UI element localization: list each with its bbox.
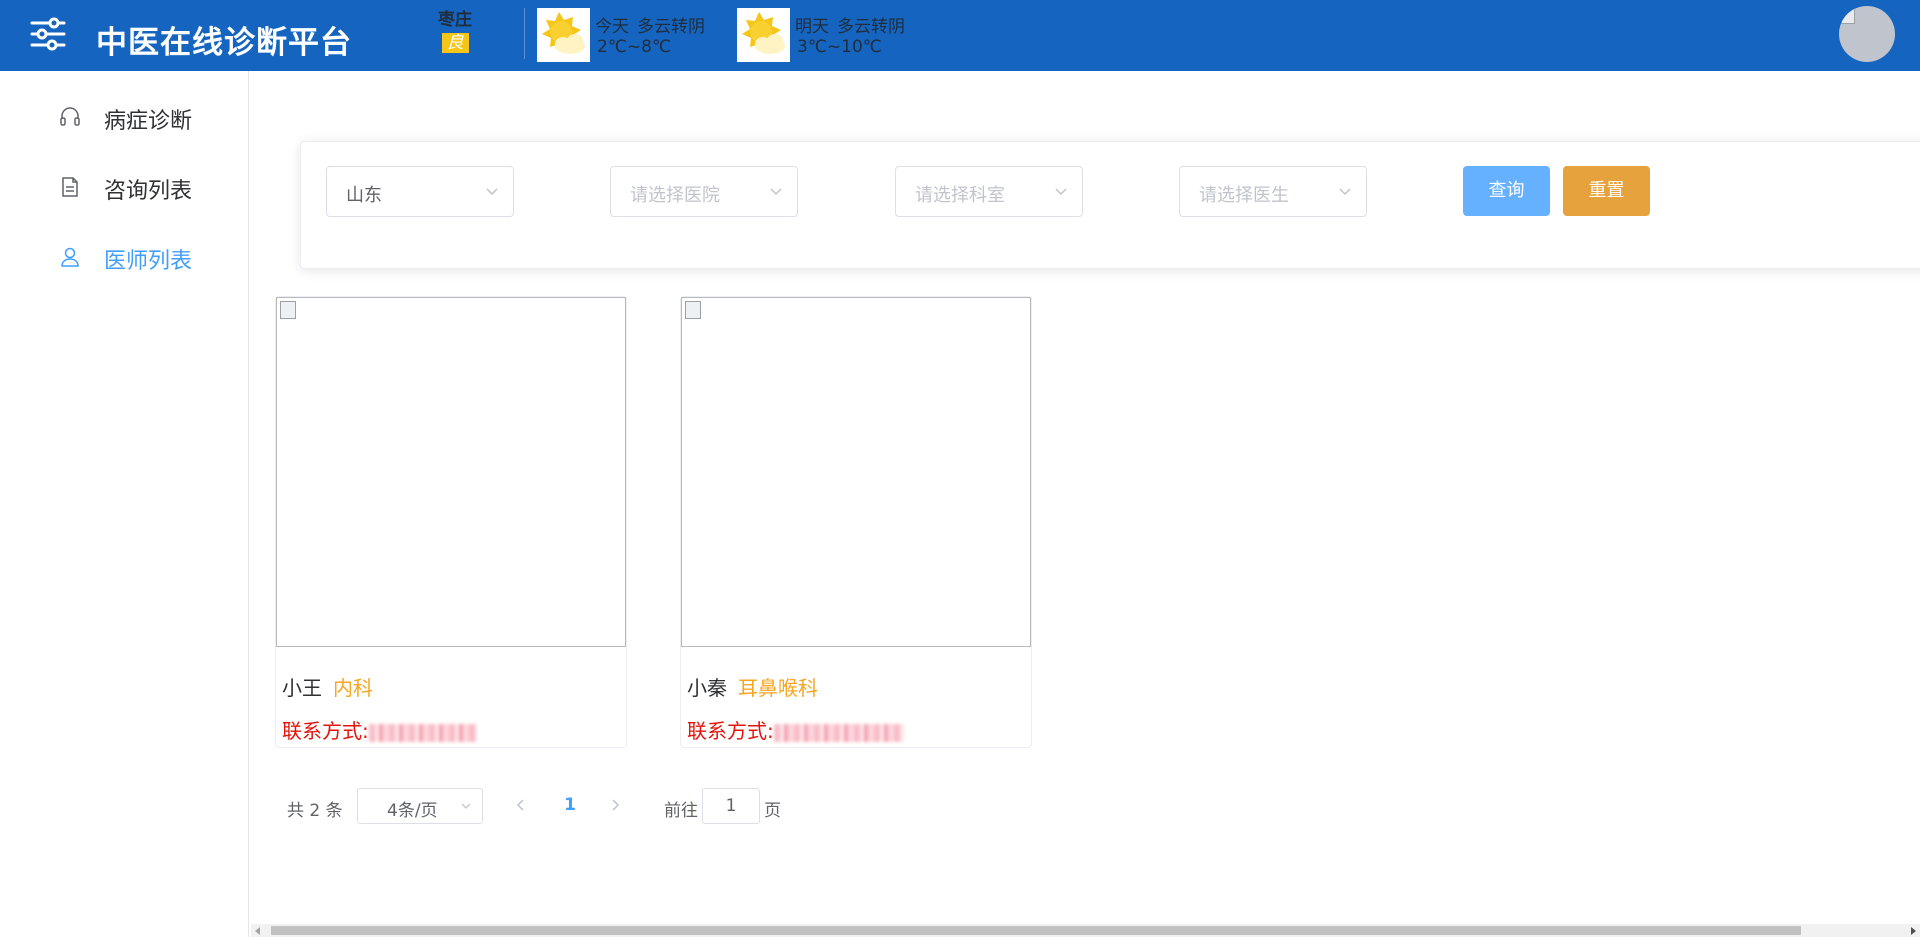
- goto-page-input[interactable]: [702, 788, 760, 824]
- prev-page-icon[interactable]: [510, 795, 530, 815]
- sidebar-item-doctor-list[interactable]: 医师列表: [0, 221, 249, 291]
- pagination-total: 共 2 条: [287, 801, 343, 821]
- redacted-phone: [773, 723, 904, 742]
- weather-day: 今天: [595, 17, 629, 37]
- sidebar-item-label: 咨询列表: [104, 179, 193, 204]
- hospital-select[interactable]: 请选择医院: [610, 166, 798, 217]
- weather-day: 明天: [795, 17, 829, 37]
- headset-icon: [60, 107, 80, 126]
- doctor-select[interactable]: 请选择医生: [1179, 166, 1367, 217]
- sidebar-item-label: 病症诊断: [104, 109, 193, 134]
- top-header: 中医在线诊断平台 枣庄 良 今天 多云转阴 2℃~8℃ 明天 多云转阴 3℃~1…: [0, 0, 1920, 71]
- chevron-down-icon: [770, 188, 782, 196]
- horizontal-scrollbar[interactable]: [251, 924, 1920, 937]
- scrollbar-thumb[interactable]: [271, 926, 1801, 935]
- redacted-phone: [368, 723, 477, 742]
- doctor-photo: [276, 297, 626, 647]
- sidebar: 病症诊断 咨询列表 医师列表: [0, 71, 249, 937]
- partly-cloudy-icon: [537, 8, 590, 62]
- page-size-select[interactable]: 4条/页: [357, 788, 483, 824]
- weather-temp: 2℃~8℃: [597, 37, 672, 57]
- select-value: 山东: [346, 185, 382, 206]
- broken-image-icon: [685, 301, 701, 319]
- page-number-current[interactable]: 1: [560, 795, 580, 815]
- broken-image-icon: [1841, 8, 1855, 24]
- scroll-right-icon[interactable]: [1911, 927, 1916, 935]
- next-page-icon[interactable]: [606, 795, 626, 815]
- document-icon: [62, 177, 78, 197]
- select-placeholder: 请选择医院: [630, 185, 720, 206]
- goto-label: 前往: [664, 801, 698, 821]
- sidebar-item-label: 医师列表: [104, 249, 193, 274]
- partly-cloudy-icon: [737, 8, 790, 62]
- city-air-quality: 枣庄 良: [438, 10, 472, 53]
- sidebar-item-consult-list[interactable]: 咨询列表: [0, 151, 249, 221]
- sidebar-item-diagnosis[interactable]: 病症诊断: [0, 81, 249, 151]
- contact-label: 联系方式:: [687, 719, 774, 743]
- query-button[interactable]: 查询: [1463, 166, 1550, 216]
- filter-card: [300, 141, 1920, 269]
- broken-image-icon: [280, 301, 296, 319]
- doctor-card[interactable]: 小秦 耳鼻喉科 联系方式:: [680, 296, 1032, 748]
- page-size-value: 4条/页: [387, 801, 438, 821]
- doctor-name: 小秦: [687, 676, 727, 700]
- chevron-down-icon: [1055, 188, 1067, 196]
- doctor-contact: 联系方式:: [282, 715, 477, 744]
- chevron-down-icon: [486, 188, 498, 196]
- page-unit-label: 页: [764, 801, 781, 821]
- chevron-down-icon: [461, 803, 471, 809]
- aqi-badge: 良: [441, 33, 469, 53]
- doctor-card[interactable]: 小王 内科 联系方式:: [275, 296, 627, 748]
- weather-tomorrow-desc: 明天 多云转阴: [795, 12, 905, 37]
- doctor-department: 耳鼻喉科: [738, 676, 818, 700]
- select-placeholder: 请选择医生: [1199, 185, 1289, 206]
- weather-condition: 多云转阴: [637, 17, 705, 37]
- doctor-department: 内科: [333, 676, 373, 700]
- contact-label: 联系方式:: [282, 719, 369, 743]
- scroll-left-icon[interactable]: [255, 927, 260, 935]
- weather-condition: 多云转阴: [837, 17, 905, 37]
- doctor-photo: [681, 297, 1031, 647]
- weather-today-desc: 今天 多云转阴: [595, 12, 705, 37]
- doctor-name: 小王: [282, 676, 322, 700]
- weather-temp: 3℃~10℃: [797, 37, 882, 57]
- province-select[interactable]: 山东: [326, 166, 514, 217]
- city-name: 枣庄: [438, 10, 472, 30]
- chevron-down-icon: [1339, 188, 1351, 196]
- header-divider: [524, 8, 525, 59]
- doctor-contact: 联系方式:: [687, 715, 904, 744]
- select-placeholder: 请选择科室: [915, 185, 1005, 206]
- sliders-icon[interactable]: [30, 16, 66, 52]
- department-select[interactable]: 请选择科室: [895, 166, 1083, 217]
- user-icon: [61, 247, 79, 267]
- user-avatar[interactable]: [1839, 6, 1895, 62]
- app-title: 中医在线诊断平台: [96, 25, 352, 61]
- reset-button[interactable]: 重置: [1563, 166, 1650, 216]
